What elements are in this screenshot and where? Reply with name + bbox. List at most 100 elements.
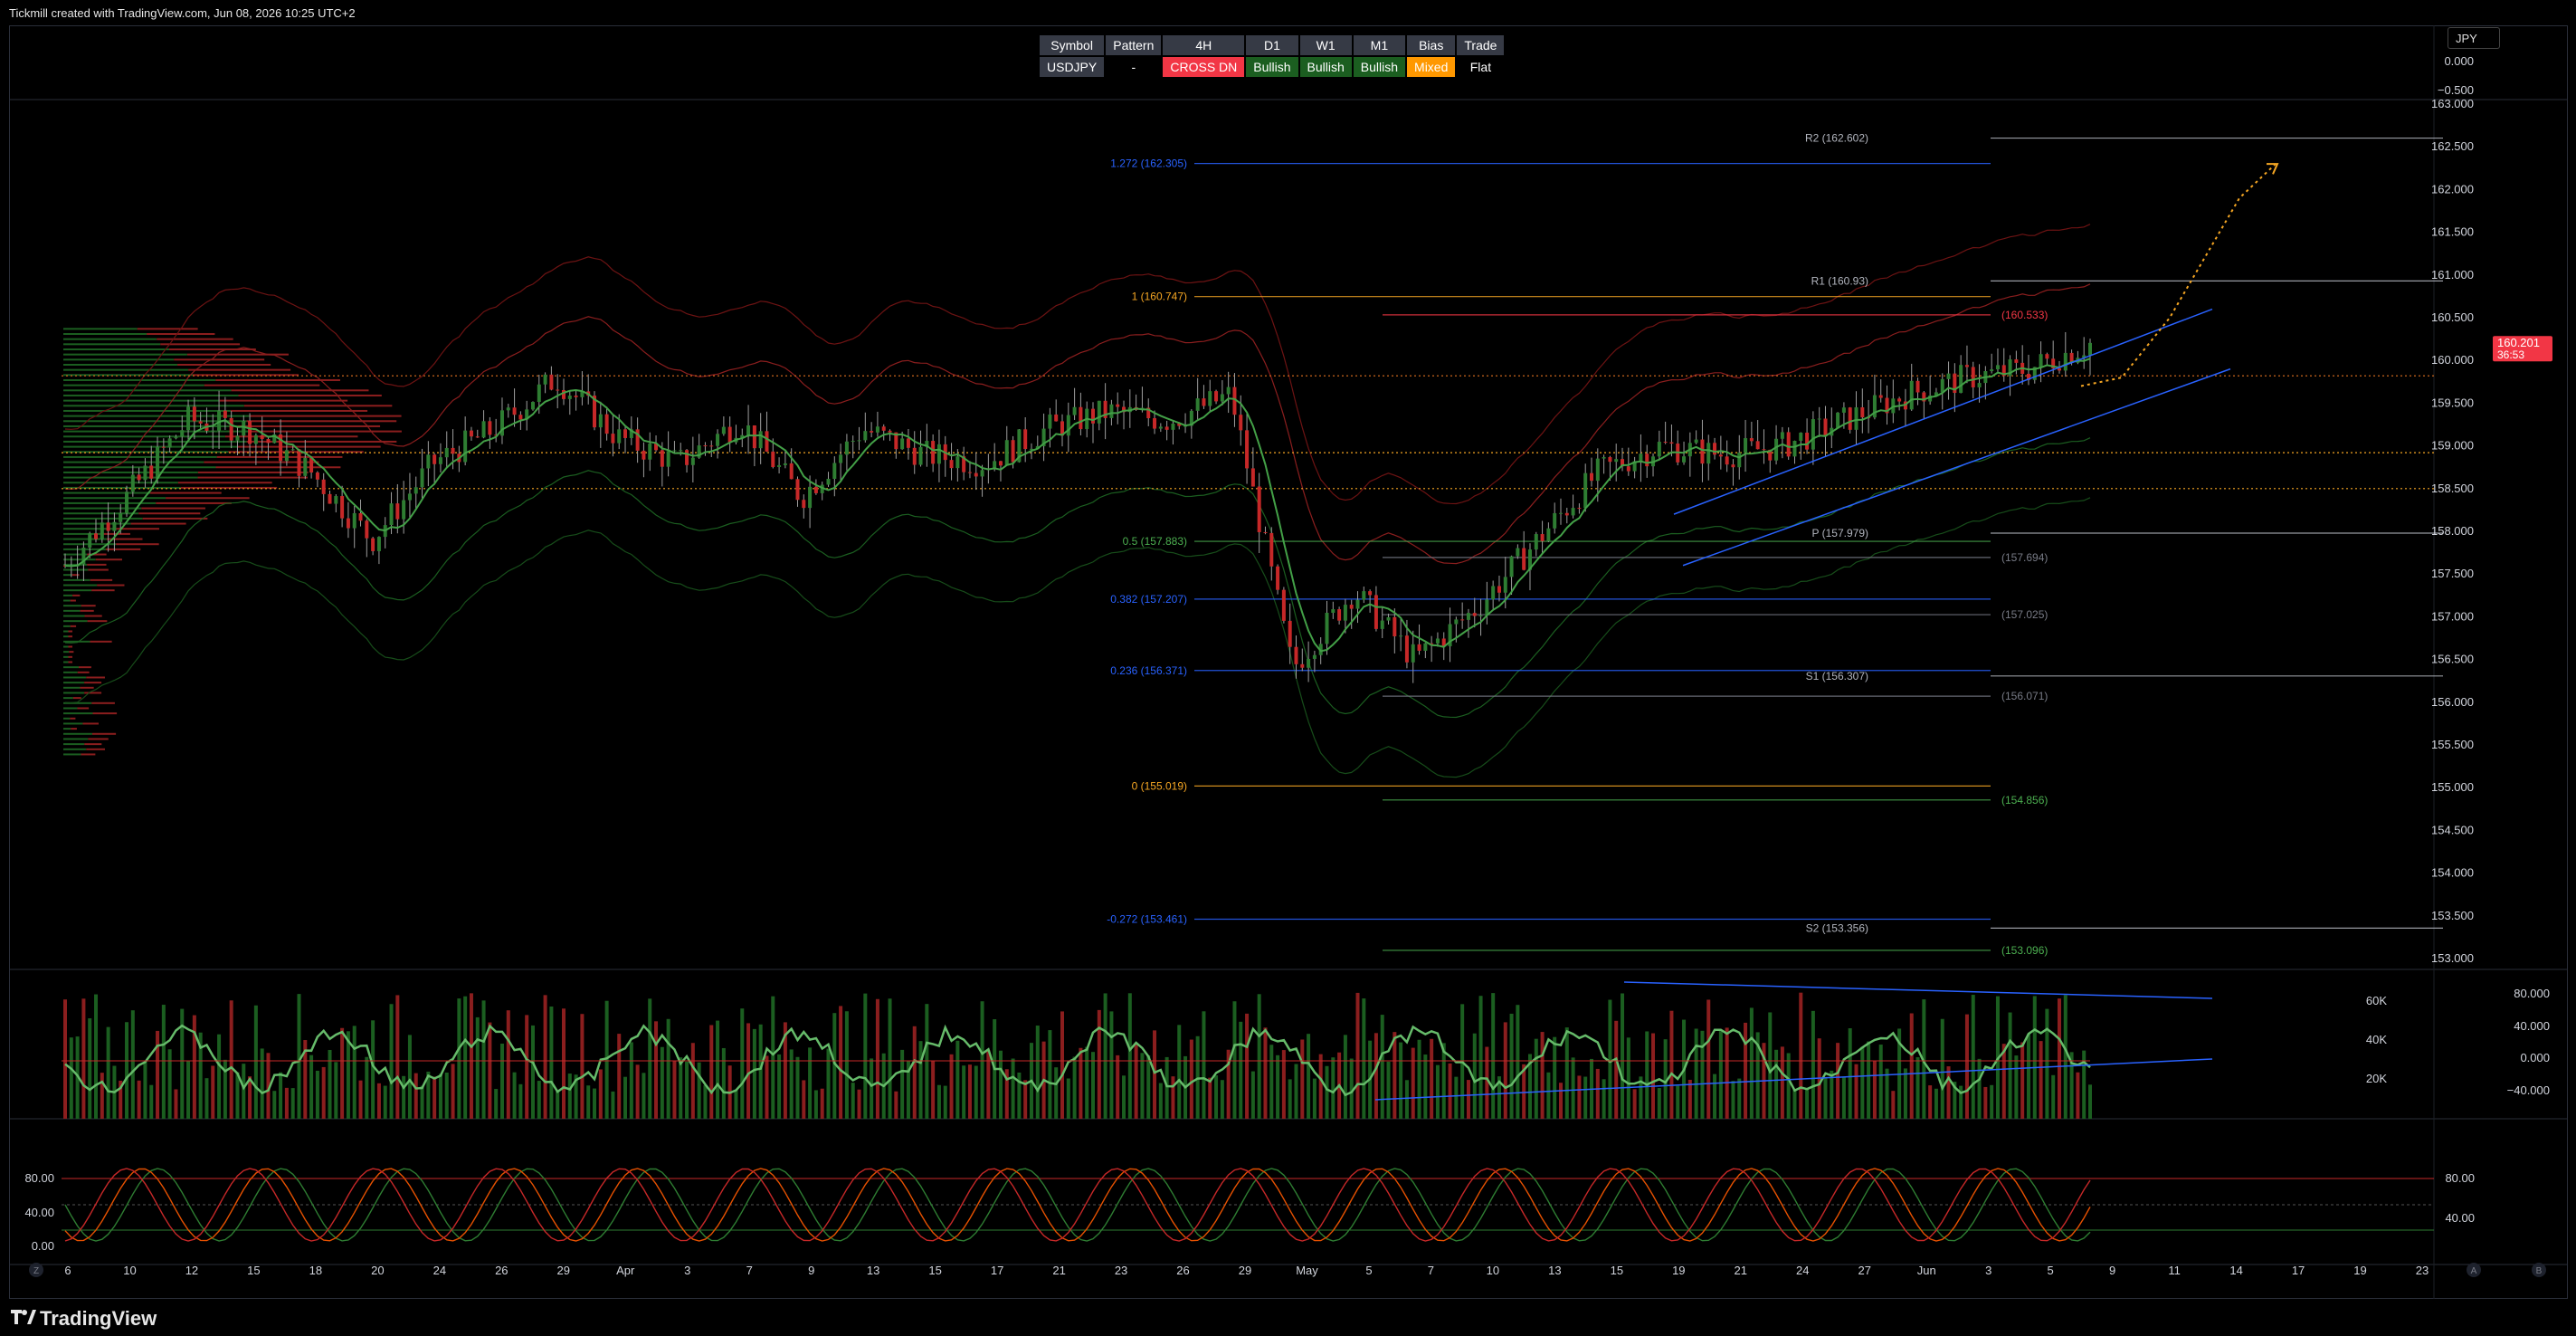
volume-bar	[943, 1085, 947, 1119]
volume-bar	[518, 1083, 523, 1119]
volume-bar	[321, 1066, 326, 1119]
volume-bar	[604, 1000, 609, 1119]
volume-profile-bar	[69, 651, 74, 654]
status-value-cell: Flat	[1457, 57, 1505, 77]
volume-bar	[1239, 1021, 1243, 1119]
volume-bar	[1257, 994, 1261, 1119]
candle-body	[679, 450, 683, 452]
price-axis[interactable]: 163.000 162.500 162.000 161.500 161.000 160.5…	[2431, 54, 2474, 965]
candle-body	[1564, 512, 1569, 516]
volume-profile-bar	[88, 738, 109, 740]
volume-bar	[1060, 1011, 1064, 1119]
candle-body	[1208, 391, 1212, 406]
projection-line	[2080, 163, 2277, 387]
candle-body	[413, 487, 418, 494]
volume-profile-bar	[63, 605, 81, 607]
candle-body	[1281, 589, 1286, 621]
volume-profile-bar	[68, 661, 72, 663]
volume-bar	[697, 1062, 701, 1119]
candle-body	[980, 470, 984, 477]
level-label: (156.071)	[2001, 690, 2048, 702]
candle-body	[1435, 638, 1440, 644]
volume-bar	[371, 1020, 375, 1119]
time-tick: Jun	[1917, 1264, 1936, 1277]
volume-bar	[734, 1089, 738, 1119]
volume-bar	[1127, 993, 1132, 1119]
candle-body	[100, 522, 104, 539]
candle-body	[352, 512, 356, 529]
price-tick: 159.000	[2431, 439, 2474, 453]
volume-bar	[1325, 1065, 1329, 1119]
volume-bar	[912, 1026, 917, 1119]
volume-bar	[1300, 1039, 1305, 1119]
candle-body	[974, 472, 978, 477]
candle-body	[1004, 440, 1009, 466]
volume-bar	[1454, 1076, 1459, 1119]
volume-bar	[1035, 1026, 1040, 1119]
volume-bar	[1571, 1057, 1575, 1119]
time-tick: 15	[1611, 1264, 1623, 1277]
volume-bar	[69, 1037, 73, 1119]
volume-bar	[549, 1006, 554, 1119]
volume-tick-right: 40.000	[2514, 1019, 2550, 1033]
volume-bar	[272, 1091, 277, 1119]
candle-body	[1509, 556, 1514, 577]
volume-profile-bar	[63, 471, 198, 473]
volume-bar	[1281, 1050, 1286, 1119]
volume-bar	[1546, 1072, 1551, 1119]
chart-canvas[interactable]: R2 (162.602) 1.272 (162.305) R1 (160.93) 1 …	[0, 0, 2576, 1299]
candle-body	[1602, 457, 1606, 459]
candle-body	[1116, 404, 1120, 407]
candle-body	[167, 438, 172, 448]
candle-body	[967, 472, 972, 473]
volume-profile-bar	[97, 584, 125, 587]
candle-body	[1153, 418, 1157, 429]
volume-bar	[875, 998, 879, 1119]
candle-body	[832, 463, 837, 479]
volume-bar	[1134, 1043, 1138, 1119]
volume-tick-right: −40.000	[2507, 1083, 2550, 1097]
volume-bar	[1245, 1013, 1250, 1119]
volume-bar	[1540, 1032, 1545, 1119]
time-tick: 7	[1428, 1264, 1434, 1277]
candle-body	[1263, 531, 1268, 533]
volume-profile-bar	[231, 389, 369, 392]
candle-body	[863, 431, 868, 441]
volume-profile-bar	[63, 707, 78, 710]
volume-profile-bar	[84, 692, 102, 694]
volume-profile-bar	[63, 558, 96, 561]
candle-body	[1220, 394, 1224, 402]
volume-bar	[469, 993, 473, 1119]
stoch-tick-left: 0.00	[32, 1239, 54, 1253]
volume-bar	[1448, 1063, 1452, 1119]
volume-bar	[962, 1065, 966, 1119]
time-tick: 19	[1672, 1264, 1685, 1277]
volume-bar	[2039, 1041, 2043, 1119]
volume-profile-bar	[160, 343, 241, 346]
volume-bar	[1595, 1068, 1600, 1119]
volume-profile-bar	[63, 451, 229, 453]
volume-profile-bar	[249, 430, 402, 433]
candle-body	[395, 503, 400, 520]
status-header-cell: Symbol	[1040, 35, 1105, 55]
volume-bar	[420, 1085, 424, 1119]
volume-bar	[900, 1049, 905, 1119]
currency-selector[interactable]: JPY	[2448, 27, 2500, 49]
candle-body	[340, 496, 345, 519]
volume-profile-bar	[237, 445, 381, 448]
volume-bar	[389, 1004, 394, 1119]
volume-bar	[1749, 1007, 1754, 1119]
candle-body	[1700, 439, 1705, 464]
candle-body	[783, 463, 787, 465]
candle-body	[1472, 613, 1477, 616]
volume-bar	[2045, 1008, 2049, 1119]
volume-bar	[1608, 999, 1612, 1119]
volume-bar	[1146, 1055, 1151, 1119]
price-tick: 162.000	[2431, 182, 2474, 196]
volume-bar	[1805, 1088, 1810, 1119]
volume-profile-bar	[63, 415, 250, 417]
volume-bar	[888, 998, 892, 1119]
candle-body	[1497, 586, 1501, 593]
candle-body	[1202, 398, 1206, 406]
volume-bar	[857, 1089, 861, 1119]
